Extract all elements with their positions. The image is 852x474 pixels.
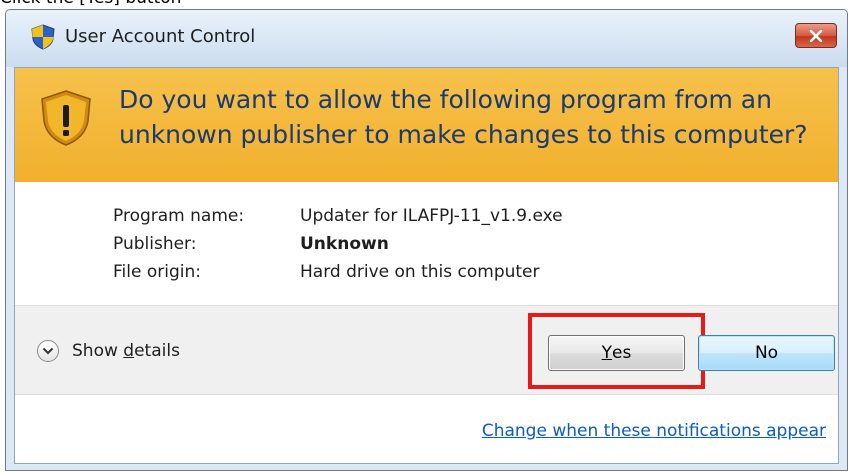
file-origin-value: Hard drive on this computer — [300, 262, 540, 282]
title-bar: User Account Control — [6, 10, 847, 67]
yes-button[interactable]: Yes — [548, 335, 685, 371]
program-details: Program name: Updater for ILAFPJ-11_v1.9… — [113, 202, 563, 286]
uac-dialog: User Account Control Do you want to allo… — [5, 9, 848, 471]
yes-label-rest: es — [612, 343, 632, 363]
change-notifications-link[interactable]: Change when these notifications appear — [482, 421, 826, 441]
close-button[interactable] — [795, 23, 837, 48]
no-button[interactable]: No — [698, 335, 835, 371]
show-details-prefix: Show — [72, 341, 124, 361]
publisher-label: Publisher: — [113, 234, 197, 254]
file-origin-label: File origin: — [113, 262, 201, 282]
close-icon — [809, 29, 823, 42]
detail-row-publisher: Publisher: Unknown — [113, 230, 563, 258]
window-title: User Account Control — [65, 26, 256, 47]
action-bar: Show details Yes No — [15, 305, 838, 395]
show-details-toggle[interactable]: Show details — [37, 337, 180, 365]
show-details-label[interactable]: Show details — [72, 341, 180, 361]
instruction-caption: Click the [Yes] button — [0, 0, 300, 8]
chevron-glyph — [42, 347, 54, 355]
uac-shield-icon — [31, 24, 55, 50]
program-name-value: Updater for ILAFPJ-11_v1.9.exe — [300, 206, 563, 226]
warning-shield-icon — [41, 90, 91, 146]
chevron-down-icon[interactable] — [37, 340, 59, 362]
program-name-label: Program name: — [113, 206, 245, 226]
detail-row-origin: File origin: Hard drive on this computer — [113, 258, 563, 286]
publisher-value: Unknown — [300, 234, 389, 254]
dialog-body: Do you want to allow the following progr… — [14, 67, 839, 464]
warning-banner: Do you want to allow the following progr… — [15, 68, 838, 182]
show-details-suffix: etails — [134, 341, 180, 361]
show-details-mnemonic: d — [123, 341, 135, 361]
prompt-question: Do you want to allow the following progr… — [119, 85, 808, 149]
detail-row-program: Program name: Updater for ILAFPJ-11_v1.9… — [113, 202, 563, 230]
yes-mnemonic: Y — [601, 343, 613, 363]
